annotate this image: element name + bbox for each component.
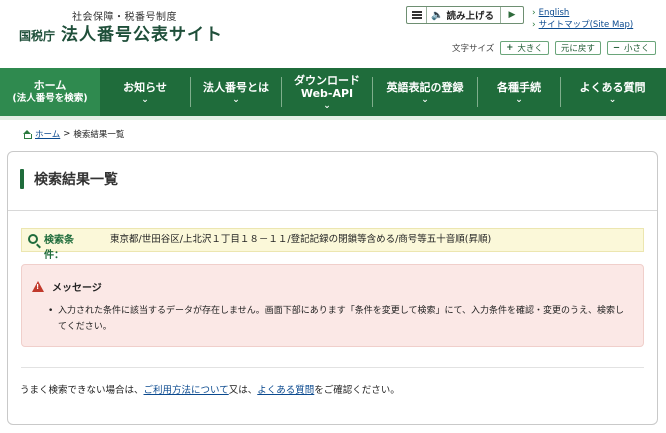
- page-title-block: 検索結果一覧: [20, 169, 118, 189]
- font-larger-button[interactable]: + 大きく: [500, 41, 549, 55]
- font-size-label: 文字サイズ: [452, 44, 495, 54]
- nav-download-label: ダウンロード: [294, 74, 360, 87]
- breadcrumb-home-link[interactable]: ホーム: [35, 128, 60, 140]
- faq-link[interactable]: よくある質問: [257, 385, 314, 396]
- nav-item-procedures[interactable]: 各種手続 ⌄: [478, 68, 560, 116]
- nav-item-news[interactable]: お知らせ ⌄: [100, 68, 190, 116]
- chevron-right-icon: ›: [532, 20, 536, 30]
- title-accent-bar: [20, 169, 24, 189]
- font-smaller-label: 小さく: [624, 44, 650, 54]
- sitemap-link[interactable]: サイトマップ(Site Map): [539, 19, 634, 31]
- play-icon: ▶: [508, 10, 516, 20]
- chevron-down-icon: ⌄: [421, 94, 429, 105]
- nav-procedures-label: 各種手続: [497, 80, 541, 94]
- logo-agency: 国税庁: [19, 29, 56, 43]
- read-aloud-button[interactable]: 🔈 読み上げる: [427, 7, 501, 23]
- language-links: › English › サイトマップ(Site Map): [532, 7, 633, 31]
- minus-icon: −: [612, 43, 621, 53]
- page-title: 検索結果一覧: [34, 172, 118, 188]
- message-header: メッセージ: [32, 279, 102, 294]
- nav-item-download[interactable]: ダウンロード Web-API ⌄: [282, 68, 372, 116]
- nav-english-label: 英語表記の登録: [386, 80, 464, 94]
- home-icon: [22, 129, 32, 139]
- nav-news-label: お知らせ: [123, 80, 167, 94]
- nav-item-faq[interactable]: よくある質問 ⌄: [561, 68, 664, 116]
- site-logo[interactable]: 国税庁 法人番号公表サイト: [19, 20, 223, 45]
- help-text: うまく検索できない場合は、ご利用方法について又は、よくある質問をご確認ください。: [20, 382, 400, 396]
- search-condition-value: 東京都/世田谷区/上北沢１丁目１８－１１/登記記録の閉鎖等含める/商号等五十音順…: [110, 234, 492, 245]
- font-larger-label: 大きく: [517, 44, 543, 54]
- breadcrumb: ホーム > 検索結果一覧: [22, 128, 124, 140]
- help-prefix: うまく検索できない場合は、: [20, 385, 144, 396]
- nav-download-label2: Web-API: [300, 87, 354, 100]
- nav-about-label: 法人番号とは: [203, 80, 269, 94]
- message-item: 入力された条件に該当するデータが存在しません。画面下部にあります「条件を変更して…: [48, 303, 628, 335]
- search-condition-label: 検索条件：: [44, 235, 74, 261]
- font-size-controls: 文字サイズ + 大きく 元に戻す − 小さく: [452, 41, 662, 55]
- breadcrumb-current: 検索結果一覧: [73, 130, 125, 140]
- message-box: メッセージ 入力された条件に該当するデータが存在しません。画面下部にあります「条…: [21, 264, 644, 347]
- help-suffix: をご確認ください。: [314, 385, 400, 396]
- speaker-icon: 🔈: [431, 9, 444, 21]
- chevron-down-icon: ⌄: [608, 94, 617, 105]
- nav-home-label: ホーム: [33, 79, 67, 92]
- search-icon: [28, 234, 38, 244]
- font-reset-button[interactable]: 元に戻す: [554, 41, 601, 55]
- nav-home-sublabel: (法人番号を検索): [12, 93, 88, 104]
- message-list: 入力された条件に該当するデータが存在しません。画面下部にあります「条件を変更して…: [48, 303, 628, 335]
- logo-title: 法人番号公表サイト: [61, 25, 224, 45]
- chevron-down-icon: ⌄: [515, 94, 523, 105]
- chevron-right-icon: ›: [532, 8, 536, 18]
- font-smaller-button[interactable]: − 小さく: [606, 41, 656, 55]
- usage-guide-link[interactable]: ご利用方法について: [144, 385, 229, 396]
- english-link[interactable]: English: [539, 7, 570, 19]
- help-middle: 又は、: [228, 385, 258, 396]
- reader-menu-button[interactable]: [407, 7, 427, 23]
- global-nav: ホーム (法人番号を検索) お知らせ ⌄ 法人番号とは ⌄ ダウンロード Web…: [0, 68, 666, 120]
- play-button[interactable]: ▶: [501, 7, 523, 23]
- text-reader-widget: 🔈 読み上げる ▶: [406, 6, 524, 24]
- nav-faq-label: よくある質問: [579, 80, 646, 94]
- message-title: メッセージ: [52, 283, 102, 294]
- chevron-down-icon: ⌄: [232, 94, 240, 105]
- font-reset-label: 元に戻す: [560, 44, 595, 54]
- nav-item-home[interactable]: ホーム (法人番号を検索): [0, 68, 100, 116]
- divider: [8, 210, 657, 211]
- read-aloud-label: 読み上げる: [446, 11, 494, 22]
- divider: [21, 367, 644, 368]
- warning-icon: [32, 281, 44, 292]
- hamburger-icon: [411, 11, 422, 19]
- results-panel: 検索結果一覧 検索条件： 東京都/世田谷区/上北沢１丁目１８－１１/登記記録の閉…: [7, 151, 658, 425]
- nav-item-english-registration[interactable]: 英語表記の登録 ⌄: [373, 68, 477, 116]
- chevron-down-icon: ⌄: [141, 94, 149, 105]
- breadcrumb-separator: >: [63, 129, 71, 139]
- plus-icon: +: [506, 43, 514, 53]
- site-header: 社会保障・税番号制度 国税庁 法人番号公表サイト 🔈 読み上げる ▶ › Engl…: [0, 0, 666, 68]
- chevron-down-icon: ⌄: [323, 101, 331, 111]
- search-condition-box: 検索条件： 東京都/世田谷区/上北沢１丁目１８－１１/登記記録の閉鎖等含める/商…: [21, 228, 644, 261]
- nav-item-about[interactable]: 法人番号とは ⌄: [191, 68, 281, 116]
